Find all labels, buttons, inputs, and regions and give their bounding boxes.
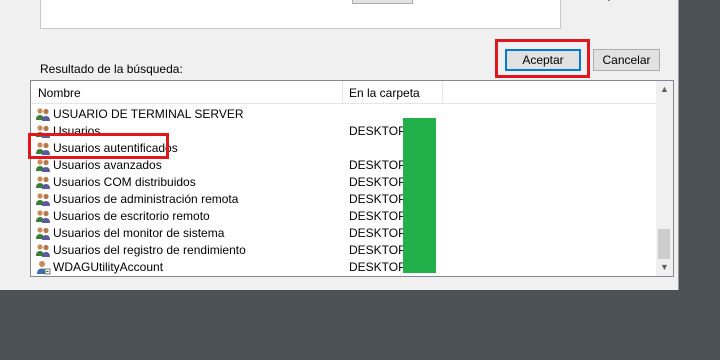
cancel-button[interactable]: Cancelar [593, 49, 660, 71]
search-results-list[interactable]: Nombre En la carpeta USUARIO DE TERMINAL… [30, 80, 674, 277]
list-item[interactable]: Usuarios de escritorio remoto DESKTOP- [31, 208, 656, 225]
row-folder: DESKTOP- [349, 124, 411, 138]
row-folder: DESKTOP- [349, 175, 411, 189]
top-panel-button[interactable] [352, 0, 413, 4]
scroll-up-icon[interactable]: ▲ [656, 81, 673, 98]
user-account-icon [35, 260, 51, 275]
row-name: Usuarios autentificados [53, 141, 178, 155]
group-users-icon [35, 175, 51, 190]
column-divider[interactable] [442, 81, 443, 103]
scroll-thumb[interactable] [658, 229, 670, 259]
row-name: Usuarios del monitor de sistema [53, 226, 225, 240]
list-header: Nombre En la carpeta [31, 81, 656, 104]
row-name: Usuarios COM distribuidos [53, 175, 196, 189]
row-folder: DESKTOP- [349, 260, 411, 274]
column-header-name[interactable]: Nombre [38, 86, 81, 100]
group-users-icon [35, 226, 51, 241]
row-name: Usuarios de administración remota [53, 192, 239, 206]
list-item[interactable]: Usuarios autentificados [31, 140, 656, 157]
select-users-dialog: ? Aceptar Cancelar Resultado de la búsqu… [0, 0, 679, 290]
row-name: Usuarios del registro de rendimiento [53, 243, 246, 257]
list-item[interactable]: Usuarios de administración remota DESKTOP… [31, 191, 656, 208]
help-icon[interactable]: ? [606, 0, 612, 4]
vertical-scrollbar[interactable]: ▲ ▼ [656, 81, 673, 276]
row-name: Usuarios avanzados [53, 158, 162, 172]
list-item[interactable]: Usuarios COM distribuidos DESKTOP- [31, 174, 656, 191]
search-results-label: Resultado de la búsqueda: [40, 62, 183, 76]
group-users-icon [35, 243, 51, 258]
list-item[interactable]: Usuarios DESKTOP- [31, 123, 656, 140]
row-folder: DESKTOP- [349, 243, 411, 257]
group-users-icon [35, 141, 51, 156]
group-users-icon [35, 107, 51, 122]
list-item[interactable]: Usuarios del monitor de sistema DESKTOP- [31, 225, 656, 242]
group-users-icon [35, 209, 51, 224]
row-name: Usuarios de escritorio remoto [53, 209, 210, 223]
group-users-icon [35, 124, 51, 139]
row-folder: DESKTOP- [349, 226, 411, 240]
redaction-block [403, 118, 436, 273]
row-folder: DESKTOP- [349, 192, 411, 206]
search-criteria-panel [40, 0, 561, 29]
list-item[interactable]: Usuarios del registro de rendimiento DESK… [31, 242, 656, 259]
results-rows: USUARIO DE TERMINAL SERVER Usuarios DESKTO… [31, 103, 656, 276]
row-name: Usuarios [53, 124, 101, 138]
accept-button[interactable]: Aceptar [505, 49, 581, 71]
row-folder: DESKTOP- [349, 209, 411, 223]
group-users-icon [35, 158, 51, 173]
group-users-icon [35, 192, 51, 207]
row-name: USUARIO DE TERMINAL SERVER [53, 107, 244, 121]
scroll-down-icon[interactable]: ▼ [656, 259, 673, 276]
list-item[interactable]: WDAGUtilityAccount DESKTOP- [31, 259, 656, 276]
column-header-folder[interactable]: En la carpeta [349, 86, 420, 100]
list-item[interactable]: USUARIO DE TERMINAL SERVER [31, 106, 656, 123]
column-divider[interactable] [342, 81, 343, 103]
list-item[interactable]: Usuarios avanzados DESKTOP- [31, 157, 656, 174]
row-name: WDAGUtilityAccount [53, 260, 164, 274]
row-folder: DESKTOP- [349, 158, 411, 172]
